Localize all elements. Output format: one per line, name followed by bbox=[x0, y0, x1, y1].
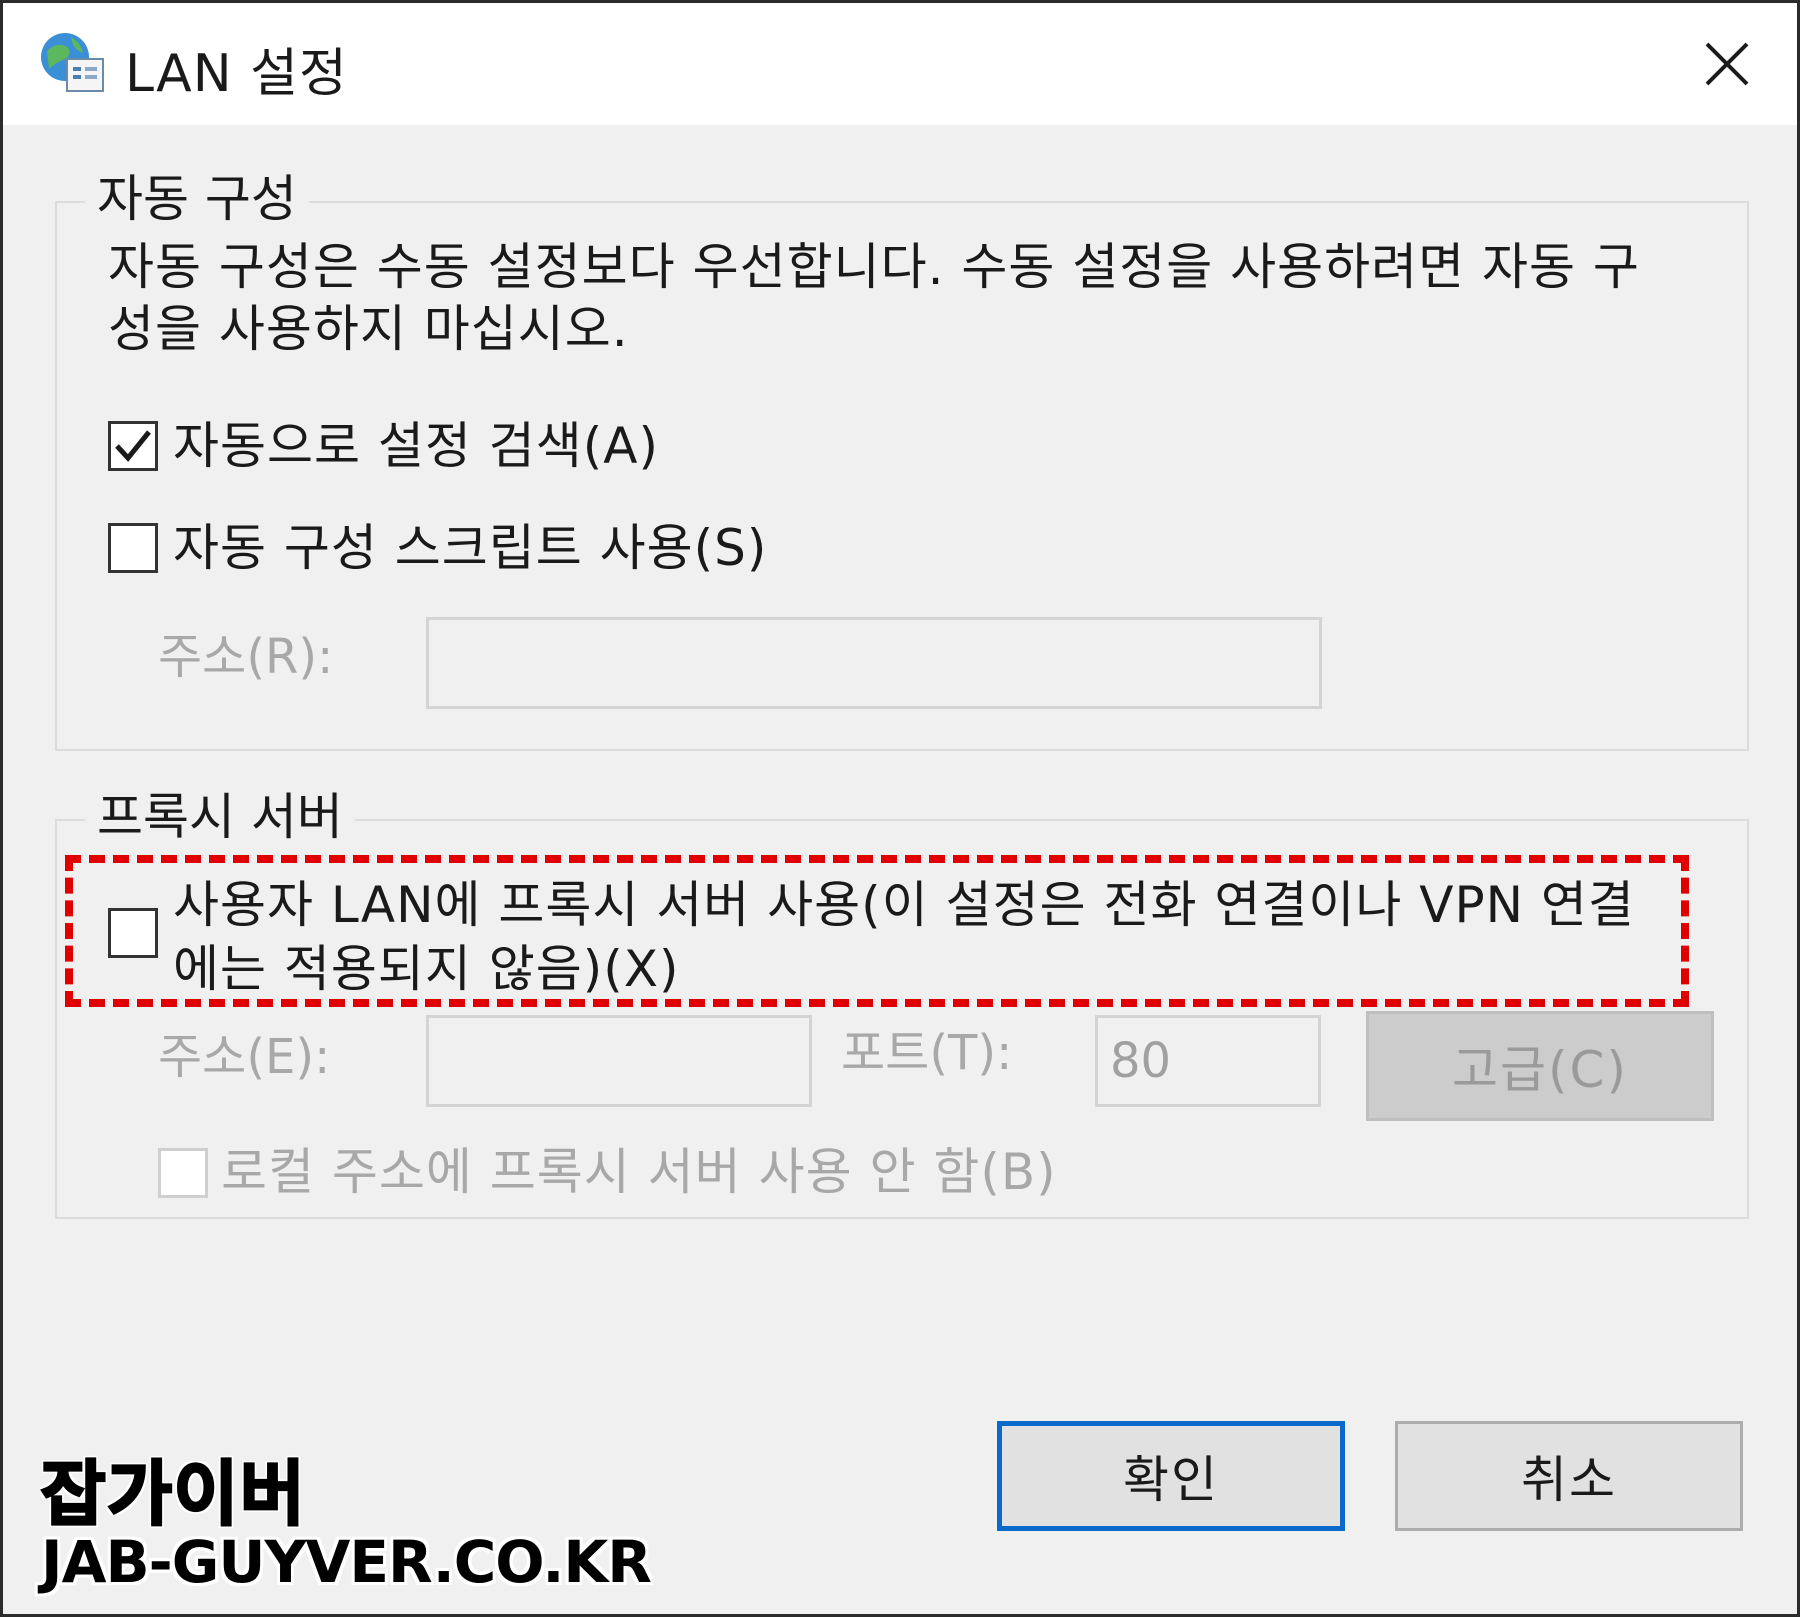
dialog-title: LAN 설정 bbox=[125, 44, 348, 104]
bypass-local-checkbox[interactable] bbox=[158, 1148, 208, 1198]
auto-detect-label[interactable]: 자동으로 설정 검색(A) bbox=[173, 415, 659, 477]
proxy-port-input[interactable] bbox=[1095, 1015, 1321, 1107]
checkmark-icon bbox=[115, 430, 151, 462]
close-icon bbox=[1705, 42, 1749, 86]
watermark-title: 잡가이버 bbox=[40, 1452, 307, 1537]
lan-settings-dialog: LAN 설정 자동 구성 자동 구성은 수동 설정보다 우선합니다. 수동 설정… bbox=[0, 0, 1800, 1617]
proxy-address-input[interactable] bbox=[426, 1015, 812, 1107]
advanced-button[interactable]: 고급(C) bbox=[1366, 1011, 1714, 1121]
proxy-address-label: 주소(E): bbox=[158, 1029, 331, 1085]
auto-config-group-title: 자동 구성 bbox=[85, 169, 309, 229]
script-address-label: 주소(R): bbox=[158, 629, 334, 685]
proxy-port-label: 포트(T): bbox=[841, 1025, 1013, 1081]
auto-config-description: 자동 구성은 수동 설정보다 우선합니다. 수동 설정을 사용하려면 자동 구 … bbox=[108, 238, 1640, 358]
internet-options-icon bbox=[37, 29, 107, 95]
auto-config-script-label[interactable]: 자동 구성 스크립트 사용(S) bbox=[173, 517, 767, 579]
script-address-input[interactable] bbox=[426, 617, 1322, 709]
title-bar: LAN 설정 bbox=[3, 3, 1797, 125]
proxy-server-group-title: 프록시 서버 bbox=[85, 787, 355, 847]
auto-detect-checkbox[interactable] bbox=[108, 421, 158, 471]
watermark-url: JAB-GUYVER.CO.KR bbox=[41, 1528, 652, 1596]
ok-button[interactable]: 확인 bbox=[997, 1421, 1345, 1531]
close-button[interactable] bbox=[1657, 3, 1797, 125]
bypass-local-label[interactable]: 로컬 주소에 프록시 서버 사용 안 함(B) bbox=[221, 1141, 1057, 1203]
cancel-button[interactable]: 취소 bbox=[1395, 1421, 1743, 1531]
auto-config-script-checkbox[interactable] bbox=[108, 523, 158, 573]
use-proxy-checkbox[interactable] bbox=[108, 908, 158, 958]
use-proxy-label[interactable]: 사용자 LAN에 프록시 서버 사용(이 설정은 전화 연결이나 VPN 연결 … bbox=[173, 873, 1635, 1001]
